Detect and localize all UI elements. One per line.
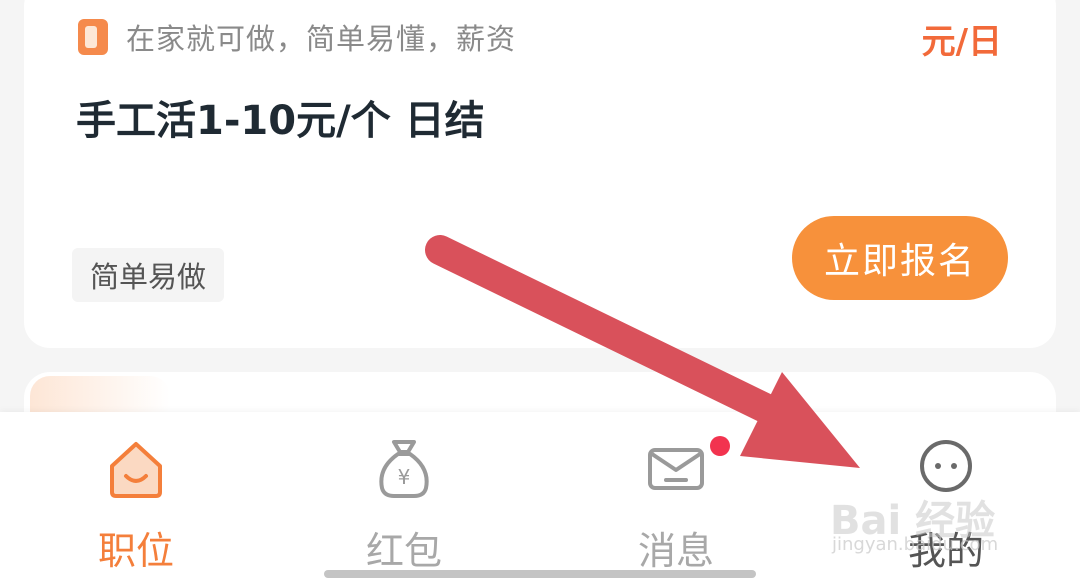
job-pay: 元/日 xyxy=(921,22,1002,62)
home-indicator xyxy=(324,570,756,578)
tab-red-packet-label: 红包 xyxy=(365,529,442,573)
svg-text:¥: ¥ xyxy=(398,465,411,489)
message-badge xyxy=(710,436,730,456)
job-tag: 简单易做 xyxy=(72,248,225,302)
baidu-jingyan-url: jingyan.baidu.com xyxy=(832,534,999,555)
job-title[interactable]: 手工活1-10元/个 日结 xyxy=(76,92,776,150)
envelope-icon xyxy=(644,436,708,500)
tab-jobs[interactable]: 职位 xyxy=(56,428,216,573)
tab-red-packet[interactable]: ¥ 红包 xyxy=(324,428,484,573)
tab-jobs-label: 职位 xyxy=(97,529,174,573)
job-source-text: 在家就可做，简单易懂，薪资 xyxy=(126,22,517,56)
tab-messages[interactable]: 消息 xyxy=(596,428,756,573)
money-bag-icon: ¥ xyxy=(372,436,436,500)
home-icon xyxy=(104,436,168,500)
job-source-row: 在家就可做，简单易懂，薪资 xyxy=(78,16,516,58)
apply-button[interactable]: 立即报名 xyxy=(792,216,1008,300)
job-source-icon xyxy=(78,19,108,55)
tab-messages-label: 消息 xyxy=(637,529,714,573)
